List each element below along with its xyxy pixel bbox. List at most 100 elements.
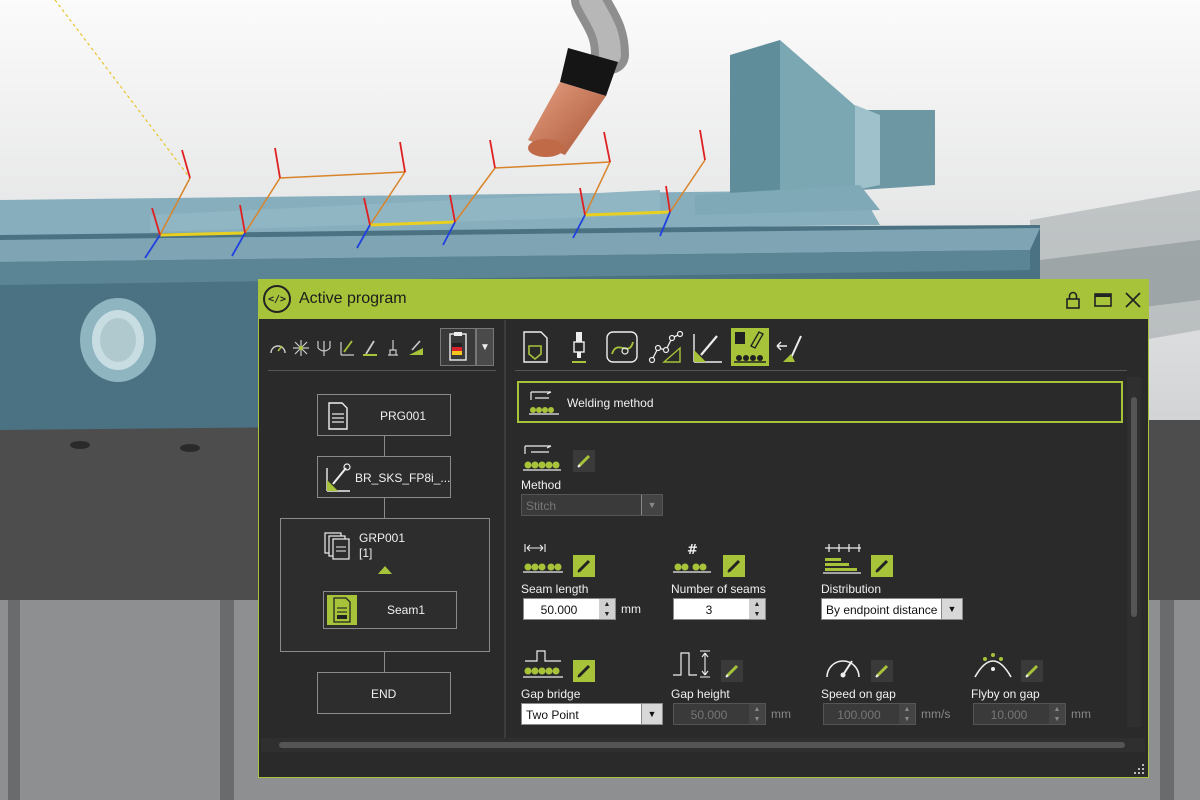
tree-node-end[interactable]: END bbox=[317, 672, 451, 714]
pencil-icon bbox=[577, 454, 591, 468]
gap-bridge-edit-button[interactable] bbox=[573, 660, 595, 682]
lock-icon[interactable] bbox=[1061, 288, 1085, 312]
distribution-label: Distribution bbox=[821, 582, 882, 596]
tab-general[interactable] bbox=[517, 328, 555, 366]
point-chain-icon bbox=[648, 330, 684, 364]
torch-nozzle-icon bbox=[572, 332, 586, 363]
gap-height-icon bbox=[673, 650, 710, 678]
pencil-icon bbox=[727, 559, 741, 573]
spin-up-icon[interactable]: ▲ bbox=[599, 599, 615, 609]
clipboard-flag-icon bbox=[449, 332, 467, 361]
method-select[interactable]: Stitch ▼ bbox=[521, 494, 663, 516]
spin-up-icon[interactable]: ▲ bbox=[749, 704, 765, 714]
printer-dropdown-chevron-icon[interactable]: ▼ bbox=[476, 328, 494, 366]
seam-edit-icon[interactable] bbox=[406, 338, 426, 358]
spin-up-icon[interactable]: ▲ bbox=[899, 704, 915, 714]
spin-down-icon[interactable]: ▼ bbox=[599, 609, 615, 619]
tab-tool[interactable] bbox=[560, 328, 598, 366]
seam-length-edit-button[interactable] bbox=[573, 555, 595, 577]
tree-node-group[interactable]: GRP001 [1] Seam1 bbox=[280, 518, 490, 652]
method-label: Method bbox=[521, 478, 562, 492]
pencil-icon bbox=[875, 664, 889, 678]
vertical-scrollbar-thumb[interactable] bbox=[1131, 397, 1137, 617]
param-gap-height: Gap height 50.000 ▲ ▼ mm bbox=[671, 647, 811, 727]
sparkle-icon[interactable] bbox=[291, 338, 311, 358]
touch-sensing-icon bbox=[776, 335, 802, 362]
chevron-down-icon: ▼ bbox=[641, 704, 662, 724]
tree-node-group-label: GRP001 bbox=[359, 531, 406, 545]
close-icon[interactable] bbox=[1121, 288, 1145, 312]
svg-text:#: # bbox=[687, 543, 698, 558]
gap-height-input[interactable]: 50.000 ▲ ▼ bbox=[673, 703, 766, 725]
param-method: Method Stitch ▼ bbox=[521, 440, 681, 520]
chevron-down-icon: ▼ bbox=[941, 599, 962, 619]
tool-stand-icon[interactable] bbox=[383, 338, 403, 358]
maximize-icon[interactable] bbox=[1091, 288, 1115, 312]
resize-grip-icon[interactable] bbox=[1131, 761, 1145, 775]
param-gap-bridge: Gap bridge Two Point ▼ bbox=[521, 647, 681, 727]
flyby-on-gap-unit: mm bbox=[1071, 707, 1091, 721]
tree-node-seam-label: Seam1 bbox=[387, 603, 426, 617]
tab-search[interactable] bbox=[773, 328, 811, 366]
tab-torch-angle[interactable] bbox=[689, 328, 727, 366]
seam-length-input[interactable]: 50.000 ▲ ▼ bbox=[523, 598, 616, 620]
tree-node-group-count: [1] bbox=[359, 546, 373, 560]
gap-bridge-select[interactable]: Two Point ▼ bbox=[521, 703, 663, 725]
document-shield-icon bbox=[523, 331, 548, 363]
gap-bridge-icon bbox=[523, 650, 563, 678]
dialog-titlebar[interactable]: </> Active program bbox=[259, 280, 1148, 319]
distribution-edit-button[interactable] bbox=[871, 555, 893, 577]
spin-down-icon[interactable]: ▼ bbox=[1049, 714, 1065, 724]
branch-icon[interactable] bbox=[314, 338, 334, 358]
properties-toolbar bbox=[517, 326, 817, 370]
method-edit-button[interactable] bbox=[573, 450, 595, 472]
horizontal-scrollbar-thumb[interactable] bbox=[279, 742, 1125, 748]
number-of-seams-input[interactable]: 3 ▲ ▼ bbox=[673, 598, 766, 620]
number-of-seams-edit-button[interactable] bbox=[723, 555, 745, 577]
flyby-on-gap-input[interactable]: 10.000 ▲ ▼ bbox=[973, 703, 1066, 725]
seam-file-icon bbox=[327, 595, 357, 625]
speedometer-icon bbox=[826, 660, 860, 678]
flyby-arc-icon bbox=[974, 653, 1012, 678]
chevron-down-icon: ▼ bbox=[641, 495, 662, 515]
program-code-icon: </> bbox=[263, 285, 291, 313]
tree-connector bbox=[384, 498, 385, 518]
horizontal-scrollbar[interactable] bbox=[261, 738, 1145, 752]
flyby-on-gap-edit-button[interactable] bbox=[1021, 660, 1043, 682]
gap-height-edit-button[interactable] bbox=[721, 660, 743, 682]
distribution-select[interactable]: By endpoint distance ▼ bbox=[821, 598, 963, 620]
spin-down-icon[interactable]: ▼ bbox=[749, 609, 765, 619]
tree-node-program[interactable]: PRG001 bbox=[317, 394, 451, 436]
toolbar-divider bbox=[268, 370, 496, 371]
printer-button[interactable] bbox=[440, 328, 476, 366]
section-header-welding-method[interactable]: Welding method bbox=[517, 381, 1123, 423]
pencil-icon bbox=[577, 559, 591, 573]
pencil-icon bbox=[577, 664, 591, 678]
torch-angle-icon[interactable] bbox=[337, 338, 357, 358]
collapse-arrow-icon[interactable] bbox=[378, 566, 392, 574]
weld-torch-icon[interactable] bbox=[360, 338, 380, 358]
panel-divider[interactable] bbox=[504, 320, 506, 738]
pencil-icon bbox=[725, 664, 739, 678]
spin-down-icon[interactable]: ▼ bbox=[899, 714, 915, 724]
spin-down-icon[interactable]: ▼ bbox=[749, 714, 765, 724]
tab-points[interactable] bbox=[646, 328, 684, 366]
spin-up-icon[interactable]: ▲ bbox=[749, 599, 765, 609]
tab-welding-method[interactable] bbox=[731, 328, 769, 366]
gap-height-unit: mm bbox=[771, 707, 791, 721]
weld-method-icon bbox=[529, 391, 559, 415]
speed-on-gap-edit-button[interactable] bbox=[871, 660, 893, 682]
path-curve-icon bbox=[606, 331, 638, 363]
seam-length-icon bbox=[523, 544, 563, 573]
tab-seam-path[interactable] bbox=[603, 328, 641, 366]
speed-on-gap-input[interactable]: 100.000 ▲ ▼ bbox=[823, 703, 916, 725]
gap-bridge-label: Gap bridge bbox=[521, 687, 581, 701]
vertical-scrollbar[interactable] bbox=[1127, 377, 1141, 727]
active-program-dialog: </> Active program ▼ PRG001 BR_SKS_FP8i_… bbox=[258, 279, 1149, 778]
flyby-on-gap-label: Flyby on gap bbox=[971, 687, 1040, 701]
tree-node-seam[interactable]: Seam1 bbox=[323, 591, 457, 629]
seam-length-label: Seam length bbox=[521, 582, 589, 596]
gauge-icon[interactable] bbox=[268, 338, 288, 358]
spin-up-icon[interactable]: ▲ bbox=[1049, 704, 1065, 714]
tree-node-tool[interactable]: BR_SKS_FP8i_... bbox=[317, 456, 451, 498]
